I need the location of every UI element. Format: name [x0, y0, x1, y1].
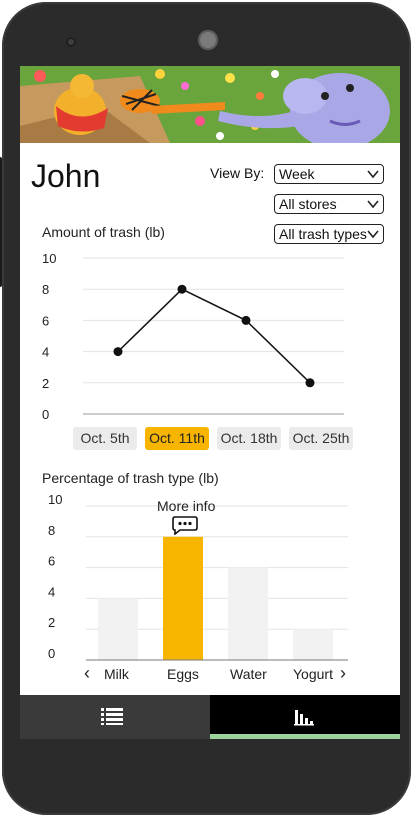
bar-chart-y-tick-label: 4: [48, 584, 55, 599]
bar-chart-icon: [294, 710, 314, 726]
app-screen: John View By: Week All stores All trash …: [20, 66, 400, 739]
line-chart-data-point: [305, 378, 315, 388]
chevron-down-icon: [367, 230, 379, 239]
store-dropdown[interactable]: All stores: [274, 194, 384, 214]
active-tab-indicator: [210, 734, 400, 739]
bar-chart-y-tick-label: 10: [48, 492, 62, 507]
user-name-title: John: [31, 158, 101, 194]
bar-chart-bar: [228, 567, 268, 660]
bar-chart-y-tick-label: 6: [48, 554, 55, 569]
bar-chart-y-tick-label: 0: [48, 646, 55, 661]
bar-chart-y-tick-label: 2: [48, 615, 55, 630]
period-dropdown[interactable]: Week: [274, 164, 384, 184]
bar-chart-bar: [293, 629, 333, 660]
bar-chart-bar: [163, 536, 203, 660]
list-icon: [101, 708, 123, 725]
trash-amount-line-chart: 0 2 4 6 8 10: [42, 251, 344, 422]
category-label-yogurt: Yogurt: [293, 666, 333, 682]
line-chart-y-tick-label: 6: [42, 313, 49, 328]
prev-category-button[interactable]: ‹: [84, 663, 90, 684]
more-info-label[interactable]: More info: [157, 498, 215, 514]
line-chart-y-tick-label: 0: [42, 407, 49, 422]
date-button-oct-25[interactable]: Oct. 25th: [289, 427, 353, 450]
line-chart-y-tick-label: 8: [42, 282, 49, 297]
category-label-milk: Milk: [104, 666, 129, 682]
trash-type-bar-chart: 0 2 4 6 8 10: [48, 492, 348, 661]
line-chart-data-point: [113, 347, 123, 357]
chat-bubble-icon[interactable]: [171, 515, 199, 535]
nav-tab-chart[interactable]: [210, 695, 400, 739]
line-chart-data-point: [241, 315, 251, 325]
chevron-down-icon: [367, 200, 379, 209]
period-dropdown-value: Week: [279, 166, 315, 182]
category-label-water: Water: [230, 666, 267, 682]
next-category-button[interactable]: ›: [340, 663, 346, 684]
bar-chart-y-tick-label: 8: [48, 523, 55, 538]
trash-type-dropdown-value: All trash types: [279, 226, 367, 242]
trash-type-dropdown[interactable]: All trash types: [274, 224, 384, 244]
bottom-navigation: [20, 695, 400, 739]
side-button: [0, 157, 2, 287]
camera-icon: [66, 37, 76, 47]
line-chart-data-point: [177, 284, 187, 294]
bar-chart-bar: [98, 598, 138, 660]
chevron-down-icon: [367, 170, 379, 179]
view-by-label: View By:: [210, 165, 265, 181]
bar-chart-title: Percentage of trash type (lb): [42, 470, 219, 486]
header-banner: [20, 66, 400, 143]
line-chart-title: Amount of trash (lb): [42, 224, 165, 240]
line-chart-y-tick-label: 4: [42, 345, 49, 360]
store-dropdown-value: All stores: [279, 196, 337, 212]
category-label-eggs: Eggs: [167, 666, 199, 682]
speaker-icon: [198, 30, 218, 50]
line-chart-y-tick-label: 10: [42, 251, 56, 266]
nav-tab-list[interactable]: [20, 695, 210, 739]
line-chart-y-tick-label: 2: [42, 376, 49, 391]
date-button-oct-5[interactable]: Oct. 5th: [73, 427, 137, 450]
line-chart-series-line: [117, 288, 311, 384]
date-button-oct-18[interactable]: Oct. 18th: [217, 427, 281, 450]
date-button-oct-11[interactable]: Oct. 11th: [145, 427, 209, 450]
